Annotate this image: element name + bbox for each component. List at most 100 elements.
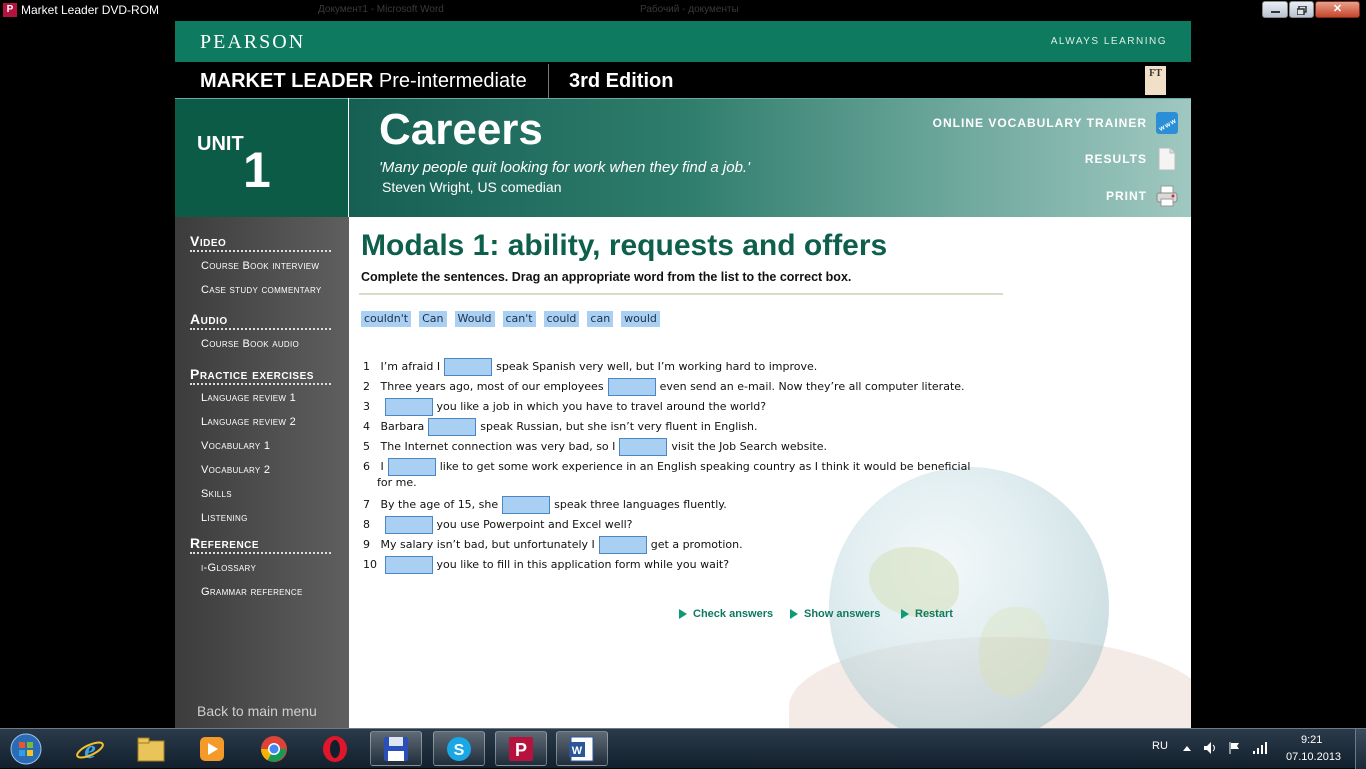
word-chip[interactable]: couldn't <box>361 311 412 327</box>
question-number: 4 <box>363 420 370 433</box>
sidebar-item-grammar-reference[interactable]: Grammar reference <box>201 586 303 598</box>
taskbar-skype[interactable]: S <box>433 731 485 766</box>
volume-icon[interactable] <box>1203 741 1217 755</box>
skype-icon: S <box>447 736 471 761</box>
maximize-button[interactable] <box>1289 1 1314 18</box>
answer-drop-box[interactable] <box>502 496 551 514</box>
unit-badge: UNIT 1 <box>175 98 348 217</box>
question-text-after: speak Russian, but she isn’t very fluent… <box>480 420 758 433</box>
clock-date[interactable]: 07.10.2013 <box>1286 751 1341 763</box>
sidebar-item-listening[interactable]: Listening <box>201 512 248 524</box>
divider <box>359 293 1003 295</box>
question-text-before: Barbara <box>380 420 425 433</box>
question-text-after: you like a job in which you have to trav… <box>436 400 767 413</box>
sidebar-item-vocabulary-2[interactable]: Vocabulary 2 <box>201 464 270 476</box>
question-text-before: By the age of 15, she <box>380 498 499 511</box>
floppy-disk-icon <box>384 736 408 761</box>
question-number: 2 <box>363 380 370 393</box>
question-item: 5 The Internet connection was very bad, … <box>363 438 827 456</box>
show-hidden-icons-icon[interactable] <box>1183 745 1191 751</box>
taskbar-chrome[interactable] <box>248 731 300 766</box>
tool-label: PRINT <box>1106 189 1147 203</box>
answer-drop-box[interactable] <box>384 556 433 574</box>
sidebar-item-language-review-1[interactable]: Language review 1 <box>201 392 296 404</box>
answer-drop-box[interactable] <box>598 536 647 554</box>
sidebar-item-skills[interactable]: Skills <box>201 488 232 500</box>
exercise-instruction: Complete the sentences. Drag an appropri… <box>361 270 852 284</box>
play-arrow-icon <box>790 609 798 619</box>
close-button[interactable]: ✕ <box>1315 1 1360 18</box>
globe-landmass <box>869 547 959 617</box>
pearson-app-icon: P <box>509 736 533 761</box>
question-text-before: The Internet connection was very bad, so… <box>380 440 616 453</box>
word-chip[interactable]: can't <box>502 311 536 327</box>
taskbar-opera[interactable] <box>309 731 361 766</box>
exercise-panel: Modals 1: ability, requests and offers C… <box>349 217 1191 728</box>
sidebar-item-language-review-2[interactable]: Language review 2 <box>201 416 296 428</box>
word-chip[interactable]: can <box>587 311 614 327</box>
word-bank: couldn't Can Would can't could can would <box>361 311 660 327</box>
network-signal-icon[interactable] <box>1252 741 1268 755</box>
question-number: 6 <box>363 460 370 473</box>
media-player-icon <box>200 736 224 761</box>
answer-drop-box[interactable] <box>619 438 668 456</box>
minimize-button[interactable] <box>1262 1 1288 18</box>
language-indicator[interactable]: RU <box>1152 740 1168 752</box>
question-number: 9 <box>363 538 370 551</box>
print-button[interactable]: PRINT <box>1106 183 1179 209</box>
document-icon <box>1158 147 1176 171</box>
question-number: 8 <box>363 518 370 531</box>
question-text-wrap: for me. <box>377 476 417 489</box>
check-answers-button[interactable]: Check answers <box>679 608 773 620</box>
question-item: 7 By the age of 15, she speak three langu… <box>363 496 727 514</box>
answer-drop-box[interactable] <box>607 378 656 396</box>
back-to-main-menu-link[interactable]: Back to main menu <box>197 703 317 719</box>
clock-time[interactable]: 9:21 <box>1301 734 1322 746</box>
taskbar-file-explorer[interactable] <box>125 731 177 766</box>
question-text-before: I <box>380 460 384 473</box>
question-number: 3 <box>363 400 370 413</box>
sidebar-item-i-glossary[interactable]: i-Glossary <box>201 562 256 574</box>
online-vocabulary-trainer-button[interactable]: ONLINE VOCABULARY TRAINER www <box>933 110 1179 136</box>
answer-drop-box[interactable] <box>384 516 433 534</box>
word-chip[interactable]: Would <box>454 311 495 327</box>
taskbar-save-disk[interactable] <box>370 731 422 766</box>
svg-text:S: S <box>454 742 465 759</box>
question-item: 3 you like a job in which you have to tr… <box>363 398 766 416</box>
word-chip[interactable]: Can <box>419 311 447 327</box>
ft-logo: FT <box>1145 66 1166 95</box>
word-chip[interactable]: could <box>543 311 580 327</box>
action-center-flag-icon[interactable] <box>1228 741 1242 755</box>
restart-button[interactable]: Restart <box>901 608 953 620</box>
taskbar-media-player[interactable] <box>186 731 238 766</box>
taskbar-internet-explorer[interactable]: e <box>64 731 116 766</box>
unit-banner: Careers 'Many people quit looking for wo… <box>349 98 1191 217</box>
tool-label: RESULTS <box>1084 152 1147 166</box>
results-button[interactable]: RESULTS <box>1085 146 1179 172</box>
sidebar-group-video: Video <box>190 233 331 252</box>
answer-drop-box[interactable] <box>387 458 436 476</box>
answer-drop-box[interactable] <box>444 358 493 376</box>
windows-start-orb-icon <box>10 733 42 764</box>
sidebar-item-course-book-interview[interactable]: Course Book interview <box>201 260 319 272</box>
sidebar-item-course-book-audio[interactable]: Course Book audio <box>201 338 299 350</box>
header-divider <box>548 64 549 98</box>
answer-drop-box[interactable] <box>428 418 477 436</box>
course-name: MARKET LEADER <box>200 70 374 92</box>
show-desktop-button[interactable] <box>1355 729 1366 769</box>
sidebar-item-case-study-commentary[interactable]: Case study commentary <box>201 284 322 296</box>
question-number: 5 <box>363 440 370 453</box>
svg-text:W: W <box>572 745 583 757</box>
sidebar-item-vocabulary-1[interactable]: Vocabulary 1 <box>201 440 270 452</box>
windows-taskbar: e S P W RU 9:21 07.10.2013 <box>0 728 1366 769</box>
svg-text:P: P <box>515 740 527 760</box>
taskbar-microsoft-word[interactable]: W <box>556 731 608 766</box>
question-number: 10 <box>363 558 377 571</box>
background-window-title: Документ1 - Microsoft Word <box>318 4 444 15</box>
taskbar-pearson-app[interactable]: P <box>495 731 547 766</box>
opera-icon <box>323 735 347 762</box>
show-answers-button[interactable]: Show answers <box>790 608 880 620</box>
start-button[interactable] <box>0 731 52 766</box>
answer-drop-box[interactable] <box>384 398 433 416</box>
word-chip[interactable]: would <box>621 311 660 327</box>
